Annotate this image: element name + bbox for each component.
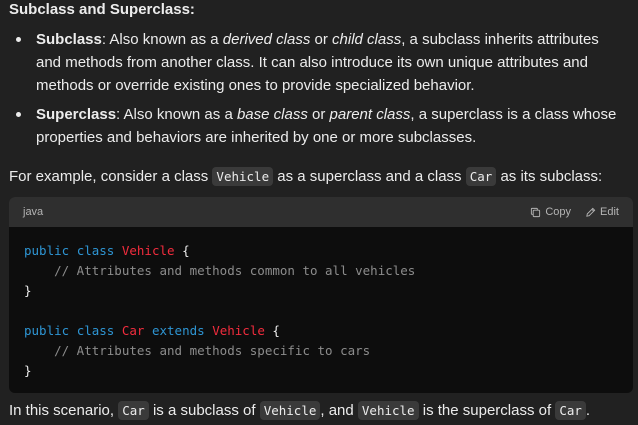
code-text: { [264, 323, 280, 338]
code-line: public class Car extends Vehicle { [24, 323, 280, 338]
pencil-icon [586, 207, 596, 217]
code-class-name: Vehicle [212, 323, 265, 338]
definition-list: Subclass: Also known as a derived class … [0, 28, 638, 155]
code-line: // Attributes and methods specific to ca… [24, 343, 370, 358]
list-item-subclass: Subclass: Also known as a derived class … [0, 28, 638, 97]
code-keyword: class [76, 323, 115, 338]
copy-icon [531, 207, 541, 217]
text: is a subclass of [148, 402, 260, 419]
emphasis: parent class [329, 106, 411, 123]
edit-label: Edit [600, 206, 619, 218]
inline-code: Car [118, 401, 149, 420]
text: or [307, 106, 330, 123]
code-keyword: public [24, 323, 70, 338]
inline-code: Car [465, 167, 497, 186]
code-body: public class Vehicle { // Attributes and… [9, 227, 633, 393]
code-text: } [24, 363, 32, 378]
code-actions: Copy Edit [530, 206, 619, 218]
text: : Also known as a [101, 31, 223, 48]
text: For example, consider a class [9, 168, 213, 185]
text: as its subclass: [496, 168, 603, 185]
copy-button[interactable]: Copy [530, 206, 571, 218]
inline-code: Vehicle [259, 401, 321, 420]
inline-code: Car [555, 401, 586, 420]
bullet-dot [16, 37, 21, 42]
code-block: java Copy Edit public class Vehicle {//… [9, 197, 633, 393]
code-language-label: java [23, 206, 44, 218]
code-comment: // Attributes and methods specific to ca… [24, 343, 371, 358]
text: , and [320, 402, 358, 419]
section-heading: Subclass and Superclass: [9, 1, 195, 18]
code-header: java Copy Edit [9, 197, 633, 227]
inline-code: Vehicle [357, 401, 419, 420]
code-line: } [24, 363, 32, 378]
text: as a superclass and a class [273, 168, 466, 185]
code-text: } [24, 283, 32, 298]
code-keyword: public [24, 243, 70, 258]
code-keyword: class [76, 243, 115, 258]
code-class-name: Vehicle [121, 243, 175, 258]
copy-label: Copy [545, 206, 572, 218]
code-line: public class Vehicle { [24, 243, 190, 258]
conclusion-paragraph: In this scenario, Car is a subclass of V… [9, 400, 629, 422]
code-text: { [174, 243, 190, 258]
code-comment: // Attributes and methods common to all … [24, 263, 416, 278]
text: In this scenario, [9, 402, 119, 419]
edit-button[interactable]: Edit [585, 206, 619, 218]
code-line: // Attributes and methods common to all … [24, 263, 415, 278]
text: . [585, 402, 591, 419]
term-superclass: Superclass [36, 106, 117, 123]
code-class-name: Car [121, 323, 145, 338]
bullet-dot [16, 112, 21, 117]
emphasis: child class [332, 31, 402, 48]
text: or [310, 31, 333, 48]
term-subclass: Subclass [36, 31, 102, 48]
example-paragraph: For example, consider a class Vehicle as… [9, 166, 629, 188]
text: : Also known as a [116, 106, 237, 123]
inline-code: Vehicle [212, 167, 274, 186]
text: is the superclass of [418, 402, 556, 419]
emphasis: base class [236, 106, 308, 123]
chat-response: Subclass and Superclass: Subclass: Also … [0, 0, 638, 425]
code-keyword: extends [151, 323, 205, 338]
code-line: } [24, 283, 32, 298]
emphasis: derived class [222, 31, 311, 48]
list-item-superclass: Superclass: Also known as a base class o… [0, 103, 638, 149]
